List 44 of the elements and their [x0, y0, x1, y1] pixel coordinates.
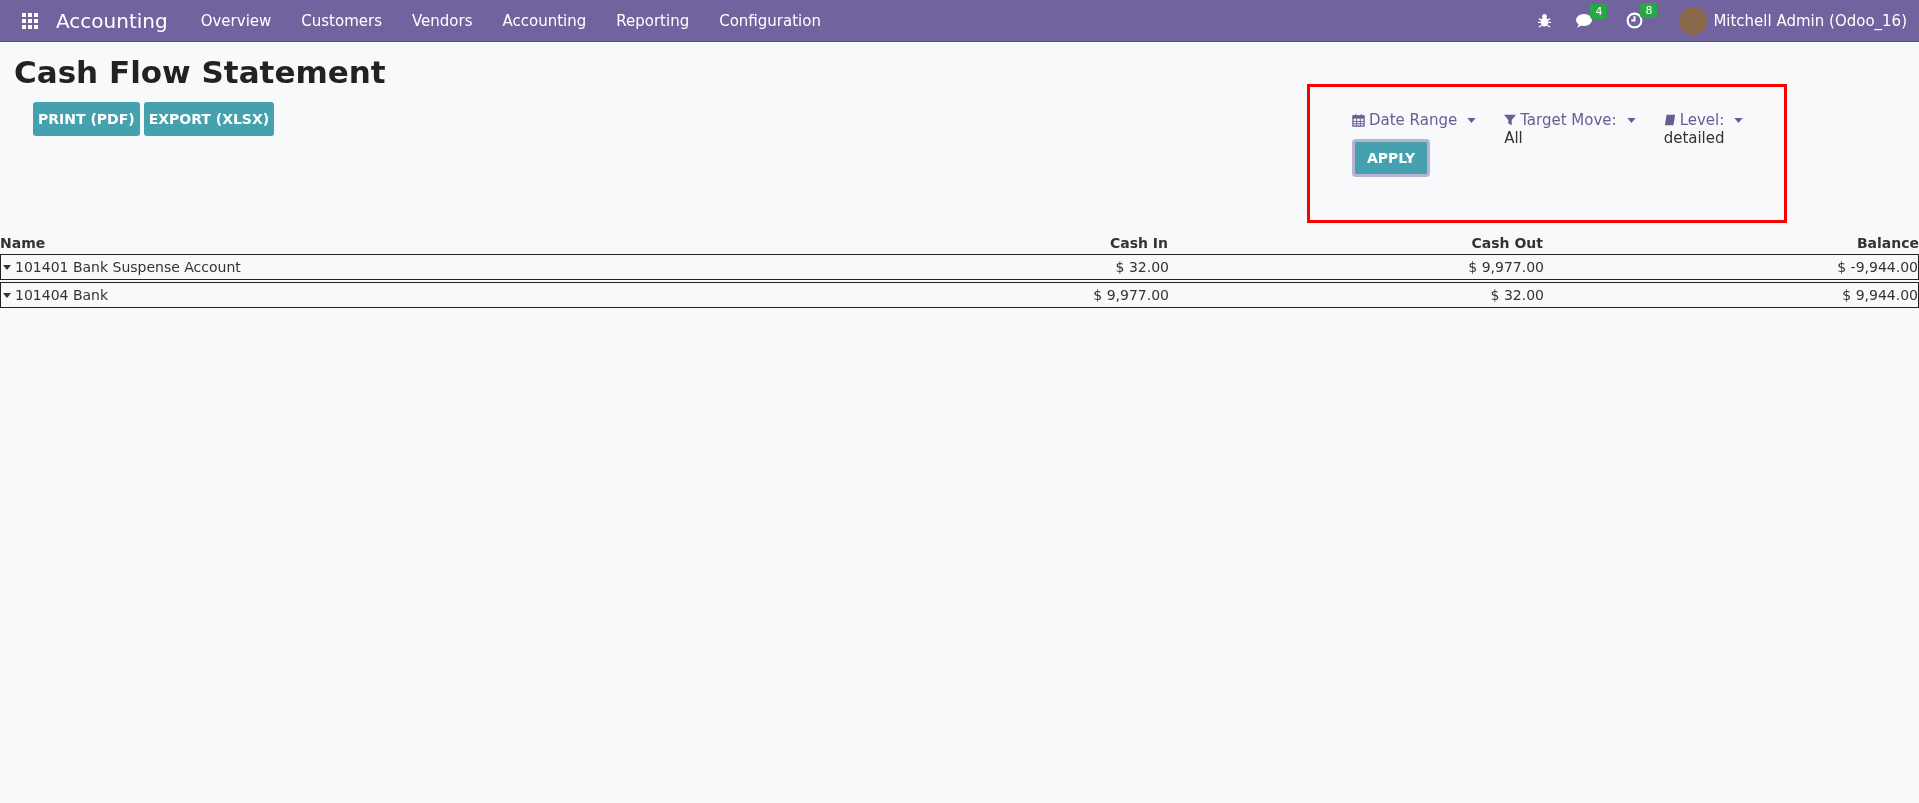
- column-header: Cash Out: [1470, 235, 1543, 251]
- column-header: Cash In: [1108, 235, 1168, 251]
- user-name[interactable]: Mitchell Admin (Odoo_16): [1713, 11, 1907, 30]
- menu-item[interactable]: Reporting: [601, 11, 705, 30]
- account-name-cell: 101401 Bank Suspense Account: [1, 259, 781, 275]
- filter-value: All: [1504, 129, 1524, 147]
- cash-in-cell-text: $ 9,977.00: [1092, 287, 1169, 303]
- table-row[interactable]: 101404 Bank $ 9,977.00 $ 32.00 $ 9,944.00: [0, 282, 1919, 308]
- table-row[interactable]: 101401 Bank Suspense Account $ 32.00 $ 9,977.00 $ -9,944.00: [0, 254, 1919, 280]
- export-button[interactable]: EXPORT (XLSX): [143, 102, 275, 136]
- filter-icon: [1504, 114, 1517, 126]
- app-grid-icon[interactable]: [22, 12, 38, 29]
- caret-icon[interactable]: [3, 264, 11, 270]
- book-icon: [1663, 114, 1676, 126]
- column-header: Name: [0, 235, 47, 251]
- page-title: Cash Flow Statement: [14, 54, 386, 90]
- cash-out-cell-text: $ 32.00: [1489, 287, 1544, 303]
- caret-icon: [1734, 117, 1744, 123]
- clock-icon[interactable]: [1626, 12, 1644, 29]
- filter-value: detailed: [1663, 129, 1726, 147]
- filter-dropdown[interactable]: Level:: [1663, 111, 1744, 129]
- menu-item[interactable]: Configuration: [704, 11, 836, 30]
- balance-cell-text: $ -9,944.00: [1836, 259, 1918, 275]
- caret-icon: [1626, 117, 1636, 123]
- menu-item[interactable]: Overview: [185, 11, 287, 30]
- apply-button[interactable]: APPLY: [1352, 139, 1431, 177]
- app-name[interactable]: Accounting: [56, 8, 168, 33]
- filter-dropdown[interactable]: Date Range: [1352, 111, 1477, 129]
- account-name-cell: 101404 Bank: [1, 287, 781, 303]
- filter-dropdown[interactable]: Target Move:: [1504, 111, 1636, 129]
- menu-item[interactable]: Vendors: [397, 11, 488, 30]
- menu-item[interactable]: Accounting: [487, 11, 602, 30]
- balance-cell-text: $ 9,944.00: [1841, 287, 1918, 303]
- cash-in-cell-text: $ 32.00: [1114, 259, 1169, 275]
- caret-icon: [1467, 117, 1477, 123]
- bug-icon[interactable]: [1537, 13, 1553, 28]
- cash-out-cell-text: $ 9,977.00: [1467, 259, 1544, 275]
- message-count-badge: 4: [1590, 3, 1608, 19]
- menu-item[interactable]: Customers: [286, 11, 397, 30]
- caret-icon[interactable]: [3, 292, 11, 298]
- calendar-icon: [1352, 113, 1365, 127]
- column-header: Balance: [1855, 235, 1919, 251]
- activity-count-badge: 8: [1640, 3, 1658, 18]
- export-button[interactable]: PRINT (PDF): [33, 102, 140, 136]
